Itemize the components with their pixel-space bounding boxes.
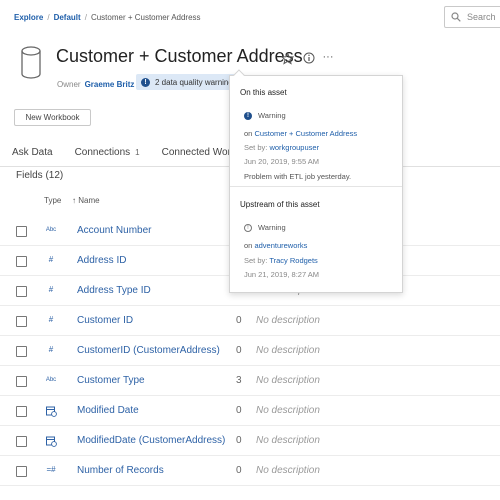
new-workbook-button[interactable]: New Workbook [14,109,91,126]
tab-count: 1 [135,148,140,157]
warning-date: Jun 21, 2019, 8:27 AM [244,270,320,279]
row-checkbox[interactable] [16,466,27,477]
owner: Owner Graeme Britz [57,80,134,89]
row-checkbox[interactable] [16,226,27,237]
owner-name[interactable]: Graeme Britz [85,80,135,89]
warning-label: ! Warning [244,111,286,120]
breadcrumb-current: Customer + Customer Address [90,13,201,22]
date-type-icon [46,436,57,447]
row-checkbox[interactable] [16,346,27,357]
table-row: =# Number of Records 0 No description [0,456,500,486]
row-checkbox[interactable] [16,316,27,327]
field-description: No description [256,405,320,416]
string-type-icon: Abc [45,227,57,233]
warning-target: on Customer + Customer Address [244,129,358,138]
popover-section-heading: On this asset [240,88,287,97]
field-name-link[interactable]: Address Type ID [77,285,151,296]
field-description: No description [256,315,320,326]
warning-target: on adventureworks [244,241,308,250]
table-row: Abc Customer Type 3 No description [0,366,500,396]
field-name-link[interactable]: ModifiedDate (CustomerAddress) [77,435,225,446]
star-icon [280,51,294,65]
field-name-link[interactable]: Number of Records [77,465,164,476]
column-header-type[interactable]: Type [44,196,61,205]
string-type-icon: Abc [45,377,57,383]
search-icon [451,12,461,22]
table-row: # Customer ID 0 No description [0,306,500,336]
data-quality-warnings-badge[interactable]: ! 2 data quality warnings [136,74,243,90]
popover-section-heading: Upstream of this asset [240,200,320,209]
column-header-name[interactable]: ↑ Name [72,196,100,205]
row-checkbox[interactable] [16,406,27,417]
breadcrumb-explore[interactable]: Explore [14,13,43,22]
info-icon [303,52,315,64]
popover-divider [230,186,402,187]
fields-title: Fields (12) [16,170,64,181]
warning-set-by: Set by: workgroupuser [244,143,320,152]
warning-set-by: Set by: Tracy Rodgets [244,256,318,265]
warning-target-link[interactable]: Customer + Customer Address [254,129,357,138]
page-title: Customer + Customer Address [56,46,303,66]
field-count: 0 [236,315,242,326]
table-row: # CustomerID (CustomerAddress) 0 No desc… [0,336,500,366]
table-row: Modified Date 0 No description [0,396,500,426]
info-icon: ! [141,77,150,87]
tab-connections[interactable]: Connections 1 [75,147,140,158]
field-count: 0 [236,465,242,476]
number-type-icon: # [48,345,54,354]
sort-arrow-icon: ↑ [72,196,76,205]
warning-date: Jun 20, 2019, 9:55 AM [244,157,320,166]
search-input[interactable]: Search [444,6,500,28]
field-name-link[interactable]: Customer Type [77,375,145,386]
row-checkbox[interactable] [16,286,27,297]
search-placeholder: Search [467,12,496,22]
warning-target-link[interactable]: adventureworks [254,241,307,250]
table-row: ModifiedDate (CustomerAddress) 0 No desc… [0,426,500,456]
owner-label: Owner [57,80,81,89]
warning-user-link[interactable]: workgroupuser [269,143,319,152]
database-icon [21,46,41,79]
number-type-icon: # [48,315,54,324]
number-type-icon: # [48,285,54,294]
data-quality-warnings-popover: On this asset ! Warning on Customer + Cu… [229,69,403,293]
breadcrumb-default[interactable]: Default [54,13,81,22]
field-count: 3 [236,375,242,386]
warning-message: Problem with ETL job yesterday. [244,172,352,181]
date-type-icon [46,406,57,417]
more-actions-button[interactable]: ··· [321,50,335,64]
row-checkbox[interactable] [16,376,27,387]
breadcrumb: Explore / Default / Customer + Customer Addr… [14,13,201,22]
field-name-link[interactable]: Modified Date [77,405,139,416]
field-name-link[interactable]: CustomerID (CustomerAddress) [77,345,220,356]
field-name-link[interactable]: Account Number [77,225,151,236]
number-type-icon: # [48,255,54,264]
info-button[interactable] [302,51,316,65]
popover-notch [233,69,245,81]
field-count: 0 [236,435,242,446]
warning-label: ! Warning [244,223,286,232]
field-name-link[interactable]: Customer ID [77,315,133,326]
row-checkbox[interactable] [16,436,27,447]
warning-icon: ! [244,223,252,232]
calculated-number-type-icon: =# [46,465,56,474]
field-description: No description [256,465,320,476]
field-count: 0 [236,405,242,416]
warnings-badge-label: 2 data quality warnings [155,77,237,87]
field-description: No description [256,435,320,446]
field-count: 0 [236,345,242,356]
tab-ask-data[interactable]: Ask Data [12,147,53,158]
field-description: No description [256,345,320,356]
warning-user-link[interactable]: Tracy Rodgets [269,256,318,265]
field-name-link[interactable]: Address ID [77,255,126,266]
field-description: No description [256,375,320,386]
favorite-button[interactable] [280,51,294,65]
row-checkbox[interactable] [16,256,27,267]
warning-icon: ! [244,111,252,120]
